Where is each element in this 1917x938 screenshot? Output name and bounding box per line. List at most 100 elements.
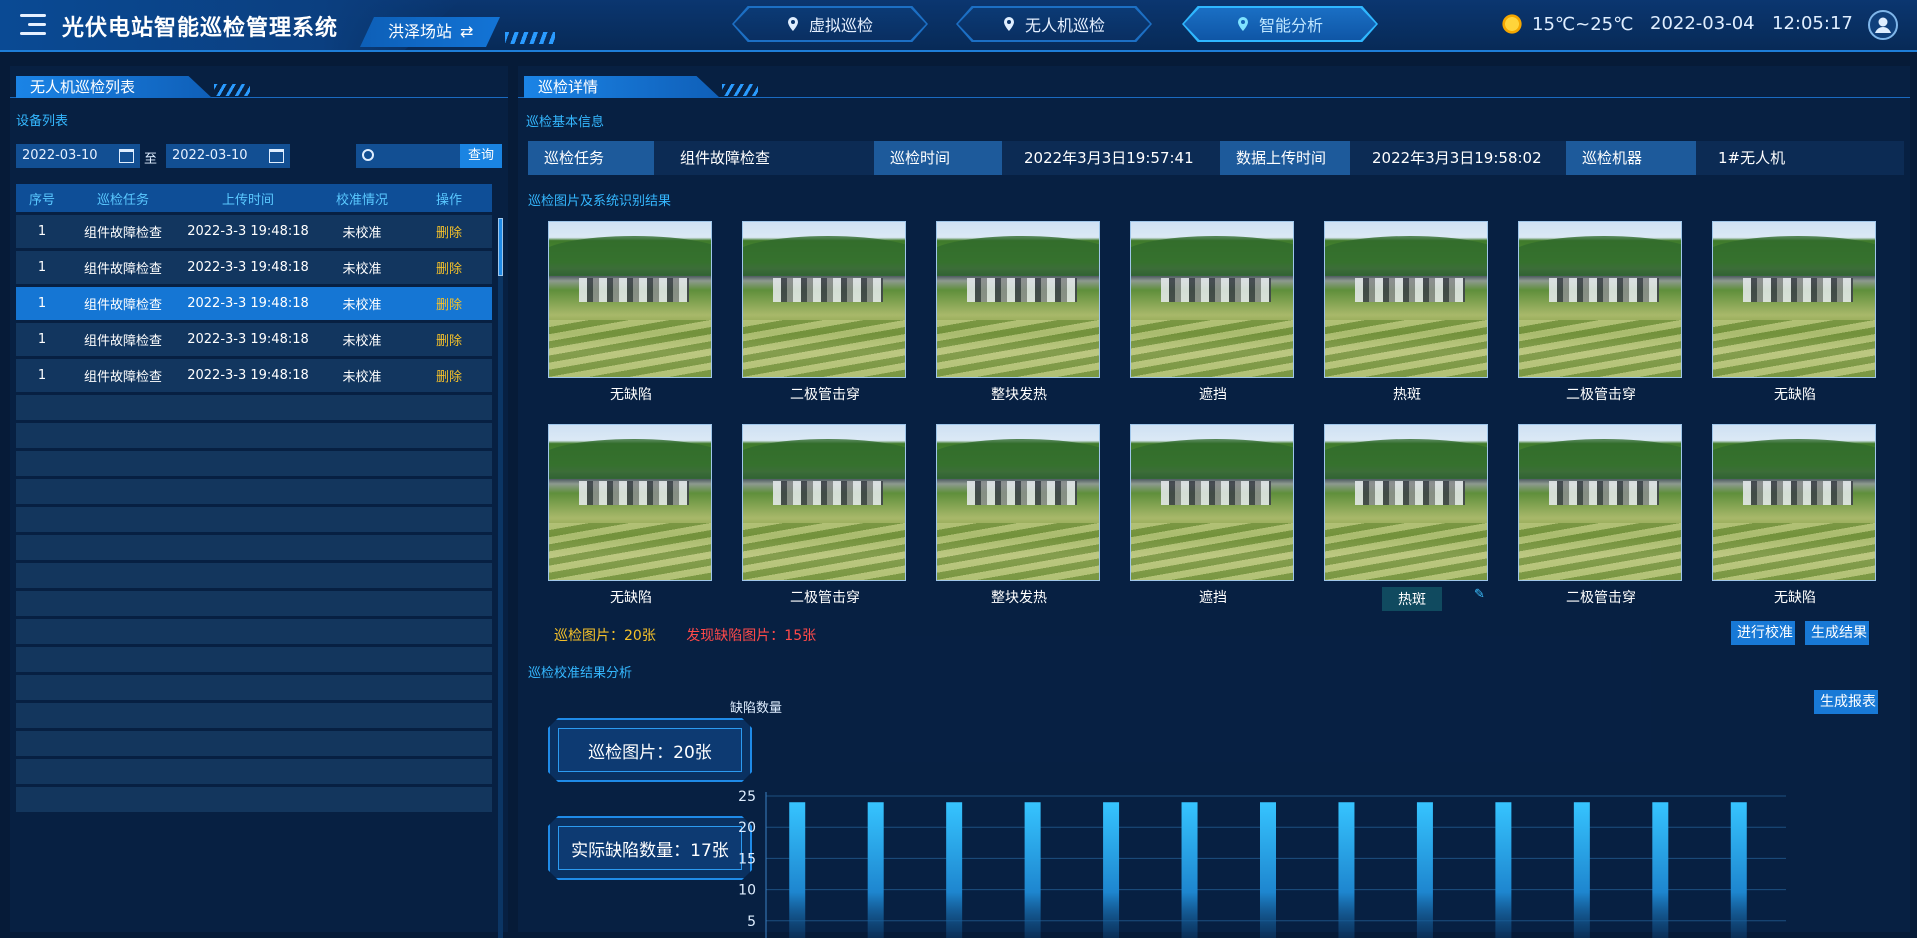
empty-table-row	[16, 395, 492, 420]
inspection-photo[interactable]	[1518, 221, 1682, 378]
inspection-image-card[interactable]: 热斑	[1324, 221, 1490, 404]
inspection-photo[interactable]	[742, 221, 906, 378]
user-icon	[1875, 17, 1891, 33]
summary-images-card: 巡检图片：20张	[548, 718, 752, 782]
delete-link[interactable]: 删除	[406, 330, 492, 349]
photo-terrace	[1325, 320, 1487, 377]
generate-result-button[interactable]: 生成结果	[1805, 621, 1869, 645]
basic-info-label: 巡检基本信息	[526, 115, 605, 130]
current-date: 2022-03-04	[1650, 13, 1755, 34]
list-scrollbar[interactable]	[498, 218, 503, 938]
inspection-image-card[interactable]: 无缺陷	[548, 424, 714, 607]
empty-table-row	[16, 647, 492, 672]
calendar-icon[interactable]	[269, 149, 284, 163]
empty-table-row	[16, 563, 492, 588]
photo-terrace	[1325, 523, 1487, 580]
tab-drone-inspection[interactable]: 无人机巡检	[956, 6, 1152, 42]
defect-label: 无缺陷	[1774, 590, 1816, 606]
inspection-photo[interactable]	[1130, 221, 1294, 378]
station-name: 洪泽场站	[388, 22, 453, 41]
photo-terrace	[1519, 320, 1681, 377]
photo-terrace	[743, 523, 905, 580]
station-switcher[interactable]: 洪泽场站 ⇄	[360, 17, 500, 47]
inspection-photo[interactable]	[548, 424, 712, 581]
inspection-photo[interactable]	[1712, 221, 1876, 378]
table-row[interactable]: 1 组件故障检查 2022-3-3 19:48:18 未校准 删除	[16, 323, 492, 356]
tab-virtual-inspection[interactable]: 虚拟巡检	[732, 6, 928, 42]
location-pin-icon	[1237, 17, 1248, 31]
empty-table-row	[16, 703, 492, 728]
search-input[interactable]: 查询	[356, 144, 502, 168]
inspection-detail-panel: 巡检详情 巡检基本信息 巡检任务 组件故障检查 巡检时间 2022年3月3日19…	[518, 66, 1910, 938]
chart-bar	[1652, 802, 1669, 938]
photo-hill	[937, 439, 1099, 479]
inspection-photo[interactable]	[742, 424, 906, 581]
chart-bar	[1103, 802, 1120, 938]
row-calibration-status: 未校准	[342, 334, 382, 349]
inspection-image-card[interactable]: 无缺陷	[548, 221, 714, 404]
current-time: 12:05:17	[1772, 13, 1853, 34]
tab-smart-analysis[interactable]: 智能分析	[1182, 6, 1378, 42]
search-button[interactable]: 查询	[460, 144, 502, 168]
inspection-image-card[interactable]: 热斑 ✎	[1324, 424, 1490, 611]
delete-link[interactable]: 删除	[406, 258, 492, 277]
delete-link[interactable]: 删除	[406, 366, 492, 385]
inspection-image-card[interactable]: 二极管击穿	[742, 424, 908, 607]
photo-terrace	[549, 523, 711, 580]
table-row[interactable]: 1 组件故障检查 2022-3-3 19:48:18 未校准 删除	[16, 251, 492, 284]
table-row[interactable]: 1 组件故障检查 2022-3-3 19:48:18 未校准 删除	[16, 287, 492, 320]
inspection-photo[interactable]	[1712, 424, 1876, 581]
photo-terrace	[1131, 320, 1293, 377]
inspection-photo[interactable]	[1324, 221, 1488, 378]
row-task: 组件故障检查	[83, 262, 162, 277]
chart-bar	[946, 802, 963, 938]
delete-link[interactable]: 删除	[406, 294, 492, 313]
inspection-image-card[interactable]: 整块发热	[936, 424, 1102, 607]
chart-bar	[1338, 802, 1355, 938]
info-value-time: 2022年3月3日19:57:41	[1002, 141, 1220, 175]
table-row[interactable]: 1 组件故障检查 2022-3-3 19:48:18 未校准 删除	[16, 215, 492, 248]
chart-bar	[1573, 802, 1590, 938]
photo-village	[1549, 481, 1659, 505]
date-to-input[interactable]: 2022-03-10	[166, 144, 290, 168]
empty-table-row	[16, 619, 492, 644]
basic-info-row: 巡检任务 组件故障检查 巡检时间 2022年3月3日19:57:41 数据上传时…	[528, 141, 1904, 175]
inspection-photo[interactable]	[1518, 424, 1682, 581]
inspection-image-card[interactable]: 无缺陷	[1712, 221, 1878, 404]
top-header: 光伏电站智能巡检管理系统 洪泽场站 ⇄ 虚拟巡检 无人机巡检 智能分析 15℃~2…	[0, 0, 1917, 52]
sun-icon	[1500, 12, 1524, 36]
chart-bar	[867, 802, 884, 938]
defect-label: 二极管击穿	[790, 387, 860, 403]
photo-village	[579, 278, 689, 302]
inspection-image-card[interactable]: 整块发热	[936, 221, 1102, 404]
defect-label[interactable]: 热斑	[1382, 587, 1442, 611]
scrollbar-thumb[interactable]	[498, 218, 503, 276]
delete-link[interactable]: 删除	[406, 222, 492, 241]
inspection-photo[interactable]	[1324, 424, 1488, 581]
inspection-image-card[interactable]: 无缺陷	[1712, 424, 1878, 607]
inspection-image-card[interactable]: 二极管击穿	[1518, 221, 1684, 404]
pencil-icon[interactable]: ✎	[1474, 587, 1486, 602]
calibrate-button[interactable]: 进行校准	[1731, 621, 1795, 645]
photo-village	[773, 278, 883, 302]
inspection-image-card[interactable]: 遮挡	[1130, 424, 1296, 607]
photo-terrace	[1713, 320, 1875, 377]
info-label-time: 巡检时间	[874, 141, 1002, 175]
inspection-photo[interactable]	[936, 221, 1100, 378]
calendar-icon[interactable]	[119, 149, 134, 163]
inspection-image-card[interactable]: 遮挡	[1130, 221, 1296, 404]
inspection-photo[interactable]	[936, 424, 1100, 581]
photo-village	[1355, 278, 1465, 302]
inspection-image-card[interactable]: 二极管击穿	[742, 221, 908, 404]
user-avatar-icon[interactable]	[1868, 10, 1898, 40]
date-from-input[interactable]: 2022-03-10	[16, 144, 140, 168]
inspection-photo[interactable]	[548, 221, 712, 378]
table-row[interactable]: 1 组件故障检查 2022-3-3 19:48:18 未校准 删除	[16, 359, 492, 392]
chart-bar	[789, 802, 806, 938]
tab-label: 智能分析	[1258, 16, 1323, 35]
y-axis-label: 缺陷数量	[730, 701, 782, 716]
inspection-image-card[interactable]: 二极管击穿	[1518, 424, 1684, 607]
menu-icon[interactable]	[20, 14, 46, 36]
photo-village	[1355, 481, 1465, 505]
inspection-photo[interactable]	[1130, 424, 1294, 581]
